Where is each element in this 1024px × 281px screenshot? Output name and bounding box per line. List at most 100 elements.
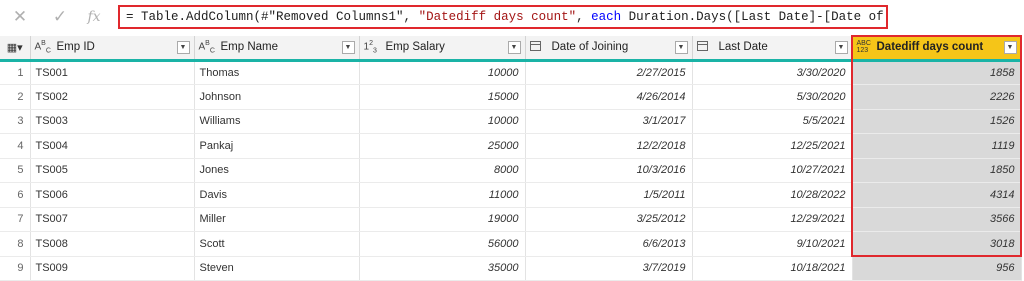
cell-emp-salary[interactable]: 8000	[359, 158, 526, 183]
table-row[interactable]: 5 TS005 Jones 8000 10/3/2016 10/27/2021 1850	[0, 158, 1022, 183]
formula-suffix: Duration.Days([Last Date]-[Date of Joini…	[628, 10, 886, 24]
cell-date-of-joining[interactable]: 3/1/2017	[525, 109, 693, 134]
cell-datediff-days-count[interactable]: 4314	[852, 182, 1022, 208]
cell-emp-name[interactable]: Jones	[194, 158, 360, 183]
row-number: 7	[0, 207, 31, 232]
cell-datediff-days-count[interactable]: 3566	[852, 207, 1022, 232]
column-label: Datediff days count	[876, 41, 984, 54]
cell-datediff-days-count[interactable]: 1119	[852, 133, 1022, 159]
cell-emp-name[interactable]: Scott	[194, 231, 360, 257]
cell-last-date[interactable]: 10/18/2021	[692, 256, 853, 281]
cell-emp-name[interactable]: Steven	[194, 256, 360, 281]
date-type-icon[interactable]	[529, 40, 552, 54]
column-label: Last Date	[718, 41, 768, 54]
cell-last-date[interactable]: 10/28/2022	[692, 182, 853, 208]
column-label: Emp Name	[220, 41, 279, 54]
table-row[interactable]: 9 TS009 Steven 35000 3/7/2019 10/18/2021 956	[0, 256, 1022, 281]
column-header-emp-id[interactable]: ABC Emp ID ▼	[30, 36, 195, 62]
cell-emp-salary[interactable]: 19000	[359, 207, 526, 232]
commit-check-icon[interactable]: ✓	[48, 6, 72, 28]
column-header-last-date[interactable]: Last Date ▼	[692, 36, 853, 62]
cell-last-date[interactable]: 5/30/2020	[692, 84, 853, 110]
cell-emp-salary[interactable]: 11000	[359, 182, 526, 208]
text-type-icon[interactable]: ABC	[35, 40, 57, 54]
number-type-icon[interactable]: 123	[364, 40, 386, 54]
cell-date-of-joining[interactable]: 1/5/2011	[525, 182, 693, 208]
cell-emp-name[interactable]: Thomas	[194, 60, 360, 85]
column-label: Date of Joining	[551, 41, 629, 54]
filter-dropdown-icon[interactable]: ▼	[674, 40, 688, 54]
cell-last-date[interactable]: 3/30/2020	[692, 60, 853, 85]
text-type-icon[interactable]: ABC	[199, 40, 221, 54]
row-number: 3	[0, 109, 31, 134]
cell-emp-salary[interactable]: 15000	[359, 84, 526, 110]
cell-datediff-days-count[interactable]: 1850	[852, 158, 1022, 183]
table-row[interactable]: 7 TS007 Miller 19000 3/25/2012 12/29/2021 3566	[0, 207, 1022, 232]
cell-last-date[interactable]: 10/27/2021	[692, 158, 853, 183]
table-row[interactable]: 3 TS003 Williams 10000 3/1/2017 5/5/2021 1526	[0, 109, 1022, 134]
cell-emp-id[interactable]: TS004	[30, 133, 195, 159]
cell-emp-name[interactable]: Williams	[194, 109, 360, 134]
column-header-emp-name[interactable]: ABC Emp Name ▼	[194, 36, 360, 62]
formula-keyword: each	[591, 10, 622, 24]
cell-date-of-joining[interactable]: 3/7/2019	[525, 256, 693, 281]
formula-prefix: = Table.AddColumn(#"Removed Columns1",	[126, 10, 419, 24]
date-type-icon[interactable]	[696, 40, 719, 54]
filter-dropdown-icon[interactable]: ▼	[341, 40, 355, 54]
cell-emp-salary[interactable]: 56000	[359, 231, 526, 257]
cell-emp-salary[interactable]: 10000	[359, 109, 526, 134]
cell-emp-name[interactable]: Miller	[194, 207, 360, 232]
table-row[interactable]: 2 TS002 Johnson 15000 4/26/2014 5/30/2020 2226	[0, 84, 1022, 110]
fx-icon[interactable]: fx	[82, 6, 106, 28]
formula-string: "Datediff days count"	[418, 10, 577, 24]
cell-date-of-joining[interactable]: 10/3/2016	[525, 158, 693, 183]
table-row[interactable]: 8 TS008 Scott 56000 6/6/2013 9/10/2021 3018	[0, 231, 1022, 257]
data-grid: ▦▾ ABC Emp ID ▼ ABC Emp Name ▼ 123 Emp Salary…	[0, 36, 1024, 281]
cell-date-of-joining[interactable]: 12/2/2018	[525, 133, 693, 159]
cell-date-of-joining[interactable]: 3/25/2012	[525, 207, 693, 232]
cell-emp-name[interactable]: Pankaj	[194, 133, 360, 159]
cell-date-of-joining[interactable]: 6/6/2013	[525, 231, 693, 257]
row-number: 9	[0, 256, 31, 281]
filter-dropdown-icon[interactable]: ▼	[507, 40, 521, 54]
cell-datediff-days-count[interactable]: 956	[852, 256, 1022, 281]
cell-emp-id[interactable]: TS008	[30, 231, 195, 257]
column-header-date-of-joining[interactable]: Date of Joining ▼	[525, 36, 693, 62]
formula-input[interactable]: = Table.AddColumn(#"Removed Columns1", "…	[118, 5, 888, 29]
cell-last-date[interactable]: 5/5/2021	[692, 109, 853, 134]
cell-emp-id[interactable]: TS006	[30, 182, 195, 208]
cell-date-of-joining[interactable]: 2/27/2015	[525, 60, 693, 85]
cell-last-date[interactable]: 12/29/2021	[692, 207, 853, 232]
column-header-emp-salary[interactable]: 123 Emp Salary ▼	[359, 36, 526, 62]
cell-emp-id[interactable]: TS007	[30, 207, 195, 232]
cell-last-date[interactable]: 9/10/2021	[692, 231, 853, 257]
cell-emp-salary[interactable]: 35000	[359, 256, 526, 281]
cell-datediff-days-count[interactable]: 3018	[852, 231, 1022, 257]
cell-emp-name[interactable]: Johnson	[194, 84, 360, 110]
cell-emp-id[interactable]: TS005	[30, 158, 195, 183]
filter-dropdown-icon[interactable]: ▼	[1003, 40, 1017, 54]
cell-datediff-days-count[interactable]: 1858	[852, 60, 1022, 85]
cell-emp-salary[interactable]: 25000	[359, 133, 526, 159]
cell-emp-salary[interactable]: 10000	[359, 60, 526, 85]
column-header-datediff-days-count[interactable]: ABC 123 Datediff days count ▼	[852, 36, 1022, 62]
cell-datediff-days-count[interactable]: 1526	[852, 109, 1022, 134]
cell-last-date[interactable]: 12/25/2021	[692, 133, 853, 159]
table-row[interactable]: 6 TS006 Davis 11000 1/5/2011 10/28/2022 4314	[0, 182, 1022, 208]
table-row[interactable]: 4 TS004 Pankaj 25000 12/2/2018 12/25/2021 1119	[0, 133, 1022, 159]
filter-dropdown-icon[interactable]: ▼	[834, 40, 848, 54]
cancel-icon[interactable]: ✕	[8, 6, 32, 28]
cell-emp-id[interactable]: TS009	[30, 256, 195, 281]
cell-datediff-days-count[interactable]: 2226	[852, 84, 1022, 110]
cell-date-of-joining[interactable]: 4/26/2014	[525, 84, 693, 110]
filter-dropdown-icon[interactable]: ▼	[176, 40, 190, 54]
cell-emp-name[interactable]: Davis	[194, 182, 360, 208]
table-row[interactable]: 1 TS001 Thomas 10000 2/27/2015 3/30/2020 1858	[0, 60, 1022, 85]
cell-emp-id[interactable]: TS001	[30, 60, 195, 85]
cell-emp-id[interactable]: TS003	[30, 109, 195, 134]
table-menu-corner[interactable]: ▦▾	[0, 36, 31, 62]
any-type-icon[interactable]: ABC 123	[857, 40, 877, 54]
column-label: Emp Salary	[385, 41, 445, 54]
cell-emp-id[interactable]: TS002	[30, 84, 195, 110]
column-label: Emp ID	[56, 41, 95, 54]
